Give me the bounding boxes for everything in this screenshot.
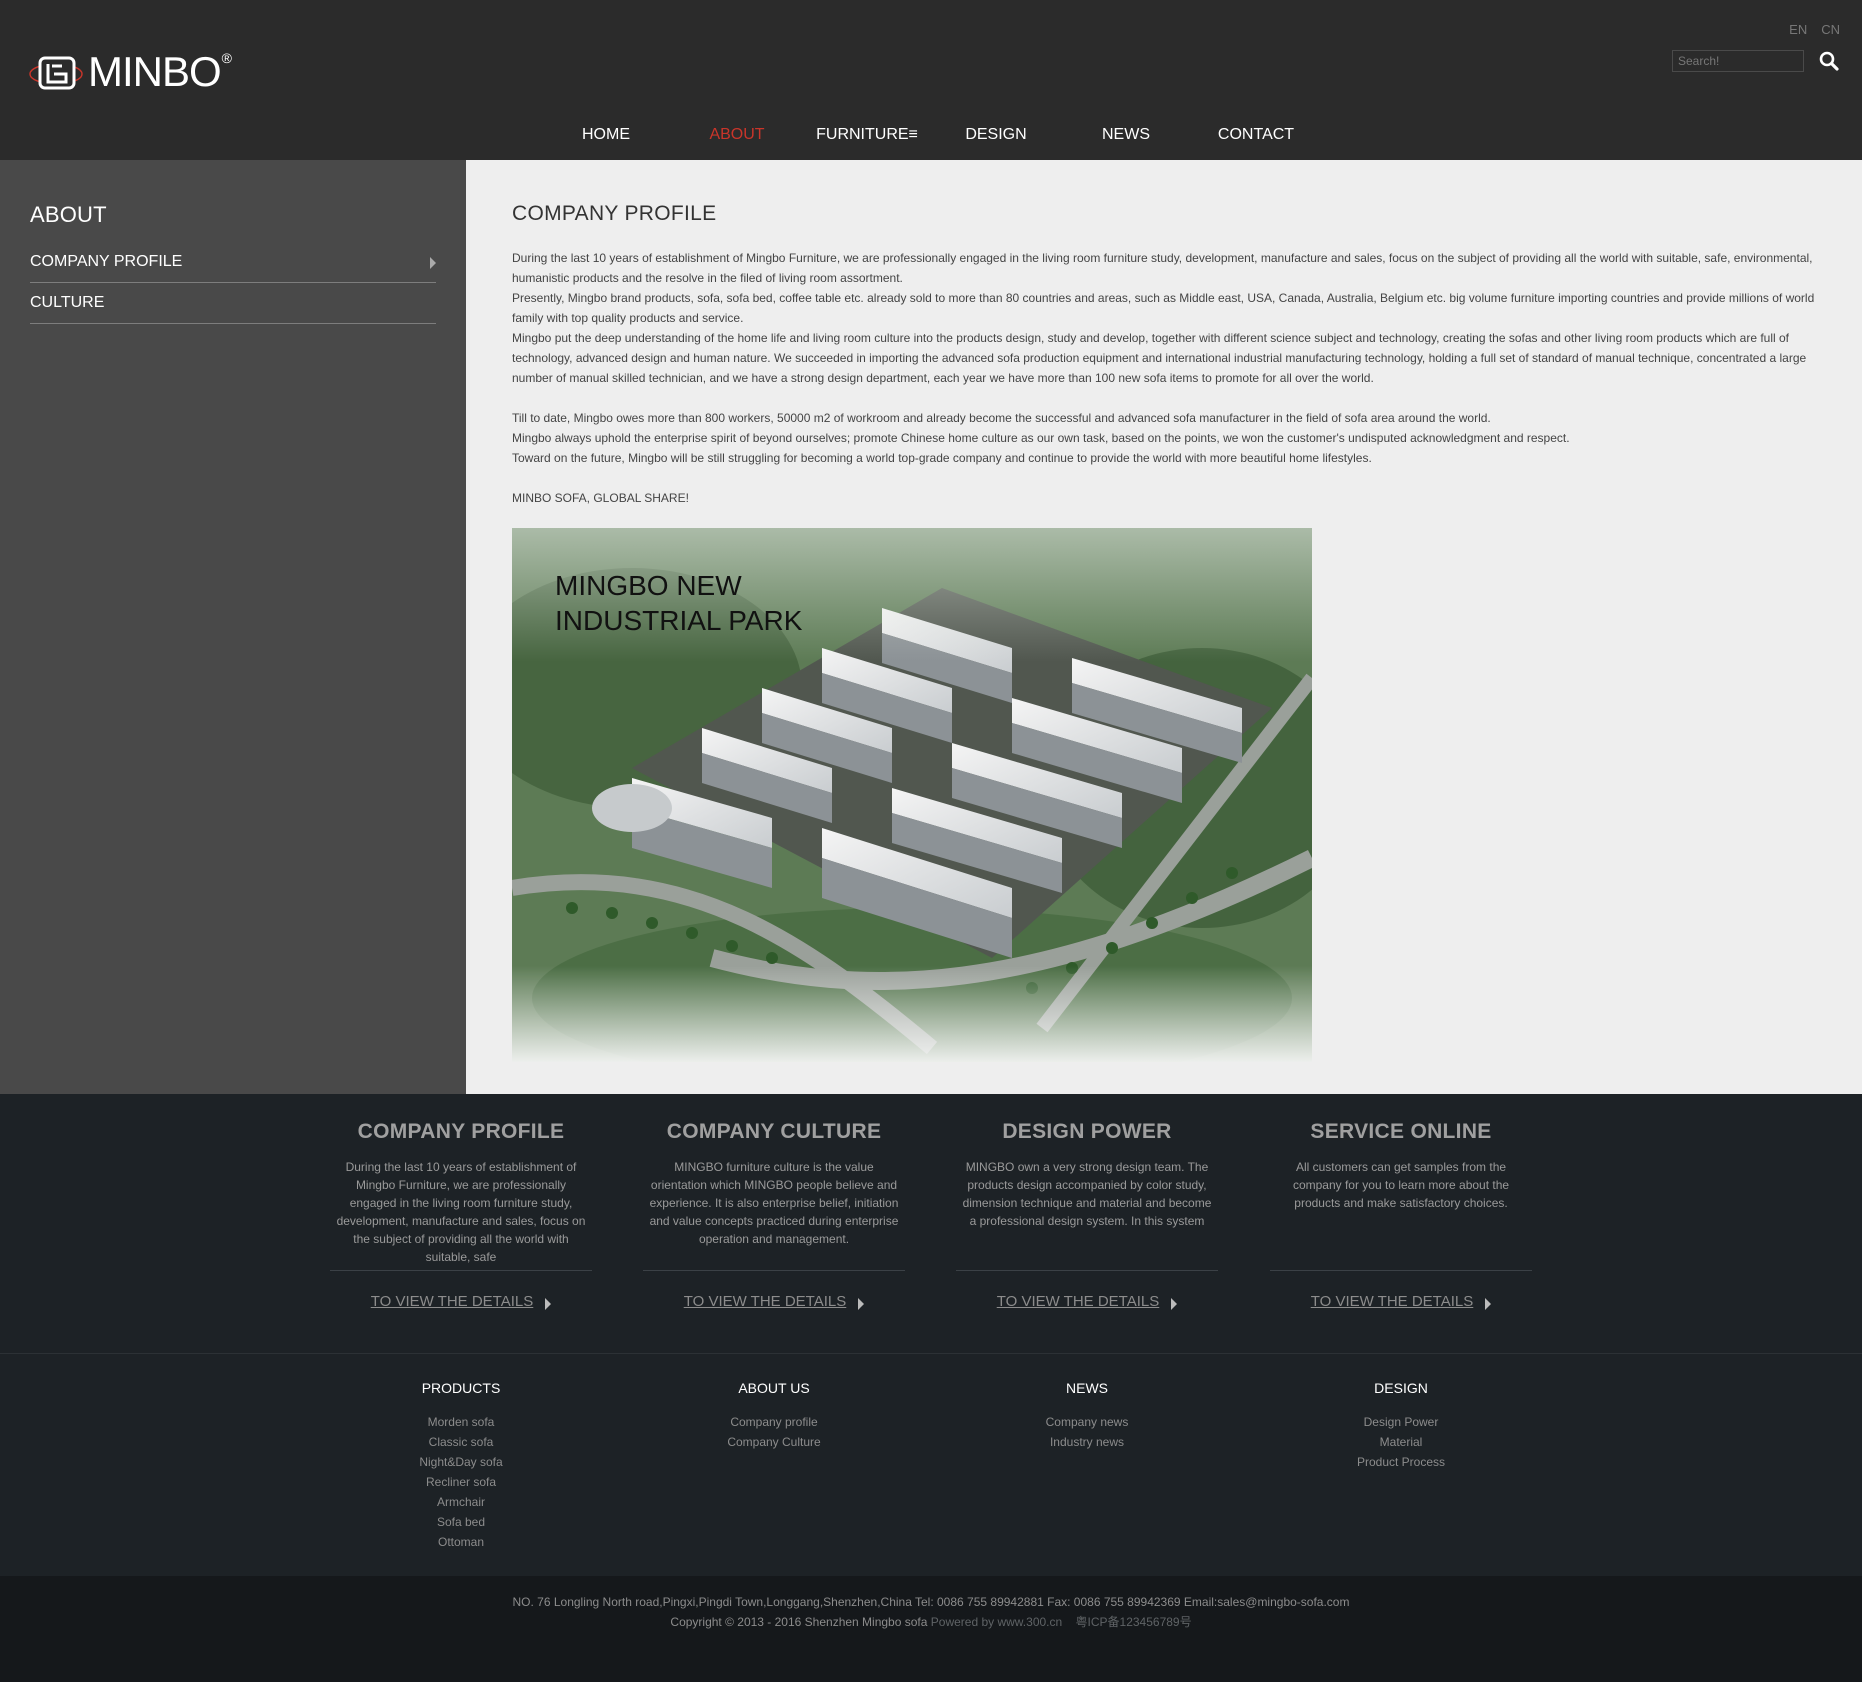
feature-title: SERVICE ONLINE: [1310, 1120, 1492, 1143]
view-details-link[interactable]: TO VIEW THE DETAILS: [684, 1293, 865, 1310]
nav-contact[interactable]: CONTACT: [1218, 120, 1294, 150]
footer-link[interactable]: Night&Day sofa: [361, 1452, 561, 1472]
sidebar-item-label: COMPANY PROFILE: [30, 253, 183, 270]
link-label: TO VIEW THE DETAILS: [370, 1293, 534, 1310]
footer-col-title: NEWS: [1066, 1380, 1108, 1396]
feature-company-profile: COMPANY PROFILE During the last 10 years…: [330, 1120, 592, 1311]
footer-col-news: NEWS Company news Industry news: [987, 1380, 1187, 1452]
footer-link[interactable]: Industry news: [987, 1432, 1187, 1452]
nav-home[interactable]: HOME: [582, 120, 630, 150]
footer-link[interactable]: Material: [1301, 1432, 1501, 1452]
feature-service-online: SERVICE ONLINE All customers can get sam…: [1270, 1120, 1532, 1311]
footer-link[interactable]: Classic sofa: [361, 1432, 561, 1452]
footer-link[interactable]: Ottoman: [361, 1532, 561, 1552]
footer-links: PRODUCTS Morden sofa Classic sofa Night&…: [0, 1354, 1862, 1576]
powered-by-link[interactable]: Powered by www.300.cn: [931, 1615, 1062, 1629]
sidebar: ABOUT COMPANY PROFILE CULTURE: [0, 160, 466, 1094]
icp-link[interactable]: 粤ICP备123456789号: [1076, 1615, 1192, 1629]
footer-col-products: PRODUCTS Morden sofa Classic sofa Night&…: [361, 1380, 561, 1552]
feature-title: DESIGN POWER: [1002, 1120, 1172, 1143]
search-input[interactable]: [1672, 50, 1804, 72]
feature-blocks: COMPANY PROFILE During the last 10 years…: [0, 1094, 1862, 1354]
chevron-right-icon: [430, 257, 436, 269]
profile-paragraph: Toward on the future, Mingbo will be sti…: [512, 451, 1372, 465]
footer-col-title: ABOUT US: [738, 1380, 810, 1396]
footer-link[interactable]: Morden sofa: [361, 1412, 561, 1432]
profile-paragraph: Till to date, Mingbo owes more than 800 …: [512, 411, 1491, 425]
site-header: MINBO ® EN CN HOME ABOUT FURNITURE≡ DESI…: [0, 0, 1862, 160]
footer-link[interactable]: Design Power: [1301, 1412, 1501, 1432]
view-details-link[interactable]: TO VIEW THE DETAILS: [371, 1293, 552, 1310]
copyright-line: Copyright © 2013 - 2016 Shenzhen Mingbo …: [0, 1612, 1862, 1632]
triangle-right-icon: [1171, 1298, 1178, 1310]
feature-text: MINGBO own a very strong design team. Th…: [962, 1160, 1212, 1228]
footer-col-title: DESIGN: [1374, 1380, 1428, 1396]
footer-link[interactable]: Recliner sofa: [361, 1472, 561, 1492]
feature-design-power: DESIGN POWER MINGBO own a very strong de…: [956, 1120, 1218, 1311]
triangle-right-icon: [545, 1298, 552, 1310]
nav-about[interactable]: ABOUT: [709, 120, 764, 150]
content-panel: COMPANY PROFILE During the last 10 years…: [466, 160, 1862, 1094]
logo-icon: [28, 52, 84, 92]
footer-col-about-us: ABOUT US Company profile Company Culture: [674, 1380, 874, 1452]
page-title: COMPANY PROFILE: [512, 202, 717, 225]
footer-col-title: PRODUCTS: [421, 1380, 501, 1396]
footer-link[interactable]: Sofa bed: [361, 1512, 561, 1532]
profile-paragraph: During the last 10 years of establishmen…: [512, 251, 1813, 285]
slogan: MINBO SOFA, GLOBAL SHARE!: [512, 491, 689, 505]
image-caption-line: MINGBO NEW: [555, 570, 742, 601]
footer-col-design: DESIGN Design Power Material Product Pro…: [1301, 1380, 1501, 1472]
site-footer-bottom: NO. 76 Longling North road,Pingxi,Pingdi…: [0, 1576, 1862, 1682]
logo-text: MINBO: [88, 48, 222, 95]
view-details-link[interactable]: TO VIEW THE DETAILS: [997, 1293, 1178, 1310]
feature-title: COMPANY PROFILE: [357, 1120, 565, 1143]
image-caption: MINGBO NEW INDUSTRIAL PARK: [555, 568, 802, 638]
nav-design[interactable]: DESIGN: [965, 120, 1026, 150]
image-caption-line: INDUSTRIAL PARK: [555, 605, 803, 636]
feature-text: MINGBO furniture culture is the value or…: [649, 1160, 899, 1246]
copyright-text: Copyright © 2013 - 2016 Shenzhen Mingbo …: [670, 1615, 928, 1629]
footer-link[interactable]: Product Process: [1301, 1452, 1501, 1472]
link-label: TO VIEW THE DETAILS: [996, 1293, 1160, 1310]
language-switcher: EN CN: [1789, 22, 1840, 37]
sidebar-item-culture[interactable]: CULTURE: [30, 283, 436, 324]
main-nav: HOME ABOUT FURNITURE≡ DESIGN NEWS CONTAC…: [0, 120, 1862, 150]
profile-paragraph: Mingbo always uphold the enterprise spir…: [512, 431, 1570, 445]
feature-title: COMPANY CULTURE: [666, 1120, 882, 1143]
brand-logo[interactable]: MINBO ®: [28, 50, 238, 94]
sidebar-item-label: CULTURE: [30, 294, 105, 311]
profile-paragraph: Mingbo put the deep understanding of the…: [512, 331, 1807, 385]
search-icon[interactable]: [1816, 48, 1842, 74]
link-label: TO VIEW THE DETAILS: [1310, 1293, 1474, 1310]
feature-text: During the last 10 years of establishmen…: [336, 1160, 586, 1264]
logo-registered-mark: ®: [221, 50, 232, 66]
sidebar-item-company-profile[interactable]: COMPANY PROFILE: [30, 242, 436, 283]
divider: [643, 1270, 905, 1271]
lang-cn-link[interactable]: CN: [1821, 22, 1840, 37]
divider: [330, 1270, 592, 1271]
view-details-link[interactable]: TO VIEW THE DETAILS: [1311, 1293, 1492, 1310]
lang-en-link[interactable]: EN: [1789, 22, 1807, 37]
footer-link[interactable]: Armchair: [361, 1492, 561, 1512]
triangle-right-icon: [1485, 1298, 1492, 1310]
main-area: ABOUT COMPANY PROFILE CULTURE COMPANY PR…: [0, 160, 1862, 1094]
feature-text: All customers can get samples from the c…: [1292, 1160, 1510, 1210]
triangle-right-icon: [858, 1298, 865, 1310]
footer-link[interactable]: Company Culture: [674, 1432, 874, 1452]
footer-link[interactable]: Company news: [987, 1412, 1187, 1432]
industrial-park-image: MINGBO NEW INDUSTRIAL PARK: [512, 528, 1312, 1062]
footer-link[interactable]: Company profile: [674, 1412, 874, 1432]
nav-news[interactable]: NEWS: [1102, 120, 1150, 150]
divider: [956, 1270, 1218, 1271]
contact-address: NO. 76 Longling North road,Pingxi,Pingdi…: [512, 1595, 1350, 1609]
link-label: TO VIEW THE DETAILS: [683, 1293, 847, 1310]
profile-paragraph: Presently, Mingbo brand products, sofa, …: [512, 291, 1815, 325]
feature-company-culture: COMPANY CULTURE MINGBO furniture culture…: [643, 1120, 905, 1311]
sidebar-title: ABOUT: [30, 202, 107, 227]
divider: [1270, 1270, 1532, 1271]
nav-furniture[interactable]: FURNITURE≡: [816, 120, 918, 150]
